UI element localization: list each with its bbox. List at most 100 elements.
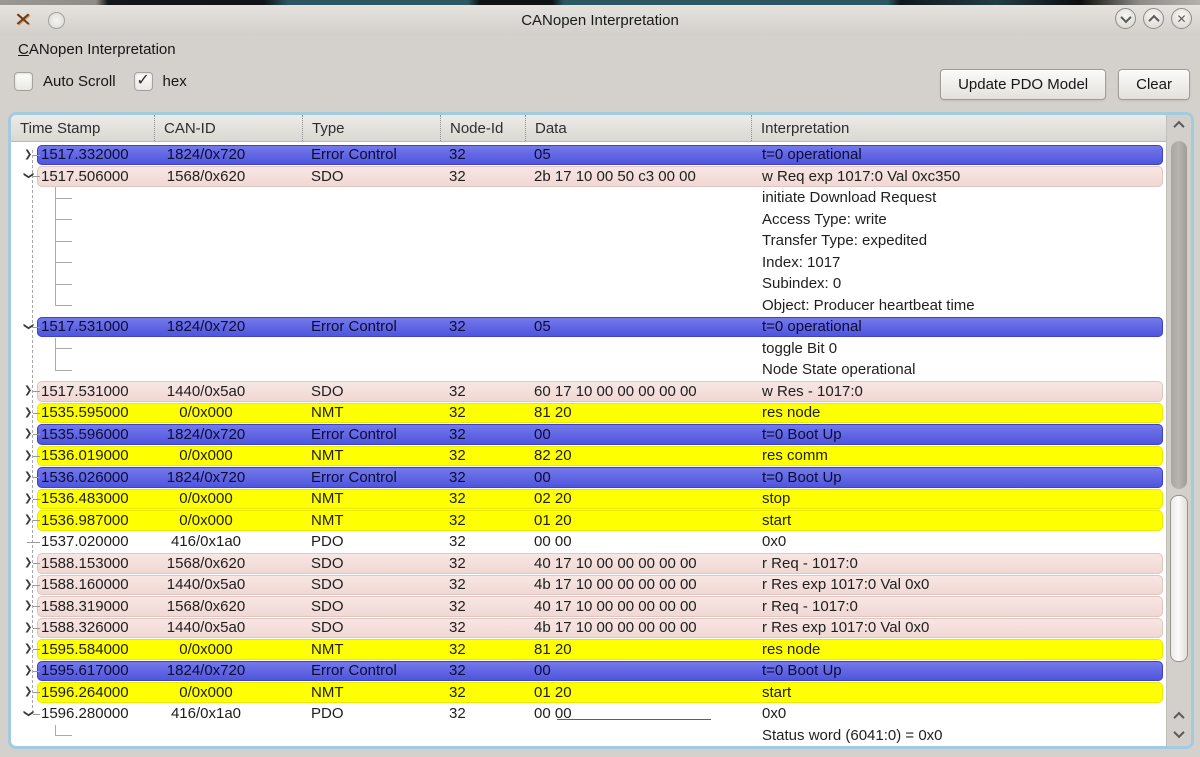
tree-decoration: ❯ [11,660,37,682]
table-row[interactable]: 1537.020000416/0x1a0PDO3200 000x0 [11,531,1166,553]
table-row[interactable]: ❯1595.6170001824/0x720Error Control3200t… [11,660,1166,682]
table-row[interactable]: ❯1535.5960001824/0x720Error Control3200t… [11,424,1166,446]
cell-interpretation: t=0 Boot Up [751,469,1166,486]
expand-expander-icon[interactable]: ❯ [24,472,32,482]
table-row[interactable]: Status word (6041:0) = 0x0 [11,725,1166,747]
expand-expander-icon[interactable]: ❯ [24,150,32,160]
cell-node-id: 32 [440,168,525,185]
cell-data: 00 00 [525,533,751,550]
cell-node-id: 32 [440,447,525,464]
column-header-type[interactable]: Type [302,115,440,141]
table-row[interactable]: ❯1588.1600001440/0x5a0SDO324b 17 10 00 0… [11,574,1166,596]
expand-expander-icon[interactable]: ❯ [24,601,32,611]
table-row[interactable]: Transfer Type: expedited [11,230,1166,252]
cell-can-id: 1824/0x720 [154,318,302,335]
table-row[interactable]: Index: 1017 [11,252,1166,274]
expand-expander-icon[interactable]: ❯ [24,666,32,676]
table-row[interactable]: ❯1536.9870000/0x000NMT3201 20start [11,510,1166,532]
table-row[interactable]: ❯1535.5950000/0x000NMT3281 20res node [11,402,1166,424]
cell-node-id: 32 [440,555,525,572]
table-row[interactable]: ❯1595.5840000/0x000NMT3281 20res node [11,639,1166,661]
cell-data: 60 17 10 00 00 00 00 00 [525,383,751,400]
cell-interpretation-detail: toggle Bit 0 [751,340,1166,357]
expand-expander-icon[interactable]: ❯ [24,644,32,654]
tree-decoration: ❯ [11,639,37,661]
cell-type: SDO [302,576,440,593]
expand-expander-icon[interactable]: ❯ [24,386,32,396]
row-cells: Status word (6041:0) = 0x0 [11,725,1166,747]
shade-button[interactable] [1115,8,1136,29]
maximize-button[interactable] [1143,8,1164,29]
expand-expander-icon[interactable]: ❯ [24,580,32,590]
table-row[interactable]: ❯1517.5310001824/0x720Error Control3205t… [11,316,1166,338]
cell-time-stamp: 1536.019000 [37,447,154,464]
row-cells: ❯1588.1600001440/0x5a0SDO324b 17 10 00 0… [11,574,1166,596]
table-row[interactable]: ❯1536.0260001824/0x720Error Control3200t… [11,467,1166,489]
expand-expander-icon[interactable]: ❯ [24,558,32,568]
table-row[interactable]: ❯1517.5060001568/0x620SDO322b 17 10 00 5… [11,166,1166,188]
table-row[interactable]: toggle Bit 0 [11,338,1166,360]
cell-type: Error Control [302,146,440,163]
cell-type: NMT [302,512,440,529]
tree-branch-line [33,155,40,156]
tree-branch-line [33,456,40,457]
cell-time-stamp: 1588.326000 [37,619,154,636]
table-row[interactable]: ❯1588.1530001568/0x620SDO3240 17 10 00 0… [11,553,1166,575]
cell-node-id: 32 [440,490,525,507]
row-cells: ❯1596.280000416/0x1a0PDO3200 000x0 [11,703,1166,725]
close-button[interactable]: ✕ [1171,8,1192,29]
cell-type: NMT [302,641,440,658]
expand-expander-icon[interactable]: ❯ [24,429,32,439]
scrollbar-thumb[interactable] [1170,495,1188,663]
expand-expander-icon[interactable]: ❯ [24,515,32,525]
update-pdo-model-button[interactable]: Update PDO Model [940,69,1106,100]
clear-button[interactable]: Clear [1118,69,1190,100]
table-row[interactable]: ❯1588.3190001568/0x620SDO3240 17 10 00 0… [11,596,1166,618]
scroll-up-button[interactable] [1167,115,1191,135]
titlebar[interactable]: ✕ CANopen Interpretation ✕ [0,5,1200,35]
table-row[interactable]: ❯1517.5310001440/0x5a0SDO3260 17 10 00 0… [11,381,1166,403]
tree-branch-line [33,671,40,672]
table-row[interactable]: Subindex: 0 [11,273,1166,295]
cell-time-stamp: 1536.483000 [37,490,154,507]
scroll-up-button-2[interactable] [1167,710,1191,722]
column-header-can-id[interactable]: CAN-ID [154,115,302,141]
cell-interpretation: 0x0 [751,705,1166,722]
table-row[interactable]: ❯1517.3320001824/0x720Error Control3205t… [11,144,1166,166]
collapse-expander-icon[interactable]: ❯ [23,322,33,330]
table-row[interactable]: ❯1596.2640000/0x000NMT3201 20start [11,682,1166,704]
cell-data: 40 17 10 00 00 00 00 00 [525,555,751,572]
table-row[interactable]: Node State operational [11,359,1166,381]
hex-checkbox[interactable]: ✓ [134,72,153,91]
scrollbar-track[interactable] [1167,135,1191,706]
column-header-data[interactable]: Data [525,115,751,141]
cell-interpretation-detail: Object: Producer heartbeat time [751,297,1166,314]
column-header-interpretation[interactable]: Interpretation [751,115,1166,141]
expand-expander-icon[interactable]: ❯ [24,494,32,504]
table-row[interactable]: initiate Download Request [11,187,1166,209]
vertical-scrollbar[interactable] [1166,115,1191,746]
table-body: ❯1517.3320001824/0x720Error Control3205t… [11,142,1166,746]
column-header-node-id[interactable]: Node-Id [440,115,525,141]
focus-underline [557,719,711,720]
cell-can-id: 1824/0x720 [154,426,302,443]
auto-scroll-checkbox[interactable] [14,72,33,91]
expand-expander-icon[interactable]: ❯ [24,451,32,461]
cell-data: 02 20 [525,490,751,507]
menu-canopen-interpretation[interactable]: CANopen Interpretation [16,39,178,60]
cell-node-id: 32 [440,641,525,658]
expand-expander-icon[interactable]: ❯ [24,408,32,418]
table-row[interactable]: Access Type: write [11,209,1166,231]
table-row[interactable]: ❯1536.0190000/0x000NMT3282 20res comm [11,445,1166,467]
table-row[interactable]: ❯1596.280000416/0x1a0PDO3200 000x0 [11,703,1166,725]
table-row[interactable]: Object: Producer heartbeat time [11,295,1166,317]
collapse-expander-icon[interactable]: ❯ [23,172,33,180]
table-row[interactable]: ❯1536.4830000/0x000NMT3202 20stop [11,488,1166,510]
collapse-expander-icon[interactable]: ❯ [23,709,33,717]
expand-expander-icon[interactable]: ❯ [24,687,32,697]
tree-branch-line [33,606,40,607]
table-row[interactable]: ❯1588.3260001440/0x5a0SDO324b 17 10 00 0… [11,617,1166,639]
column-header-time-stamp[interactable]: Time Stamp [11,115,154,141]
expand-expander-icon[interactable]: ❯ [24,623,32,633]
scroll-down-button[interactable] [1167,728,1191,740]
